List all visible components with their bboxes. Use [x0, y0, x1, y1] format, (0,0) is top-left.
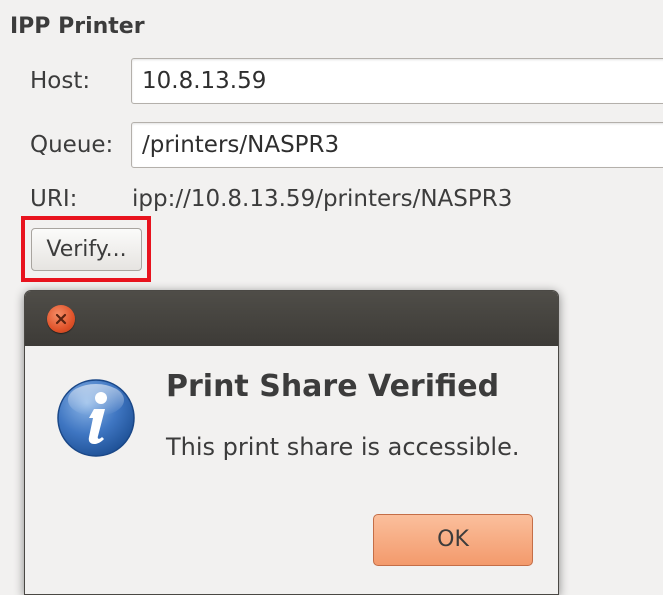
- dialog-titlebar: [25, 291, 558, 346]
- host-label: Host:: [30, 68, 91, 94]
- dialog-message: This print share is accessible.: [166, 433, 520, 461]
- verify-button[interactable]: Verify...: [31, 228, 142, 271]
- close-icon[interactable]: [47, 305, 75, 333]
- ok-button[interactable]: OK: [373, 514, 533, 566]
- info-icon: [56, 378, 136, 458]
- queue-label: Queue:: [30, 132, 114, 158]
- host-input[interactable]: [131, 58, 663, 104]
- section-title: IPP Printer: [10, 14, 145, 39]
- uri-label: URI:: [30, 186, 78, 212]
- print-share-verified-dialog: Print Share Verified This print share is…: [24, 290, 559, 595]
- uri-value: ipp://10.8.13.59/printers/NASPR3: [132, 186, 513, 212]
- dialog-title: Print Share Verified: [166, 369, 500, 404]
- queue-input[interactable]: [131, 122, 663, 168]
